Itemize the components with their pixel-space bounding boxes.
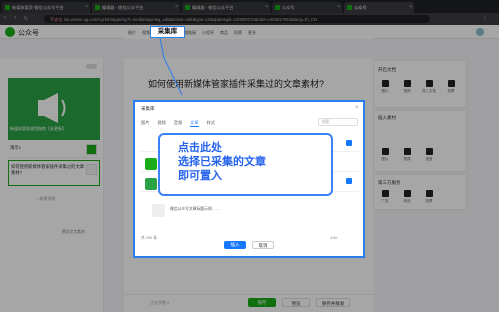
cancel-button[interactable]: 取消 [252, 241, 274, 249]
search-placeholder: 搜索 [322, 120, 330, 124]
row-thumbnail [145, 158, 157, 170]
tab-image[interactable]: 图片 [141, 120, 149, 127]
callout-line: 即可置入 [178, 170, 222, 182]
callout-line: 选择已采集的文章 [178, 156, 266, 168]
row-thumbnail [145, 178, 157, 190]
row-thumbnail [152, 204, 165, 217]
tab-article[interactable]: 文章 [190, 120, 199, 127]
tab-audio[interactable]: 音频 [174, 120, 182, 127]
pagination[interactable]: 1/10 [330, 236, 337, 240]
insert-button[interactable]: 插入 [224, 241, 246, 249]
row-checkbox[interactable] [346, 178, 352, 184]
modal-title: 采集库 [141, 106, 155, 111]
tab-video[interactable]: 视频 [157, 120, 165, 127]
modal-tabs: 图片 视频 音频 文章 样式 [141, 120, 215, 127]
callout-line: 点击此处 [178, 142, 222, 154]
row-title: 微信公众号文章标题示例…… [170, 207, 220, 211]
row-checkbox[interactable] [346, 140, 352, 146]
close-icon[interactable]: × [355, 105, 359, 111]
instruction-callout: 点击此处 选择已采集的文章 即可置入 [158, 133, 333, 196]
total-count: 共 200 条 [141, 236, 158, 240]
screen: 新媒体管家-微信公众号平台 × 编辑器 - 微信公众平台 × 编辑器 - 微信公众平… [0, 0, 499, 312]
modal-search-input[interactable]: 搜索 [318, 118, 358, 126]
tab-style[interactable]: 样式 [207, 120, 215, 127]
caiji-library-button[interactable]: 采集库 [150, 26, 185, 38]
